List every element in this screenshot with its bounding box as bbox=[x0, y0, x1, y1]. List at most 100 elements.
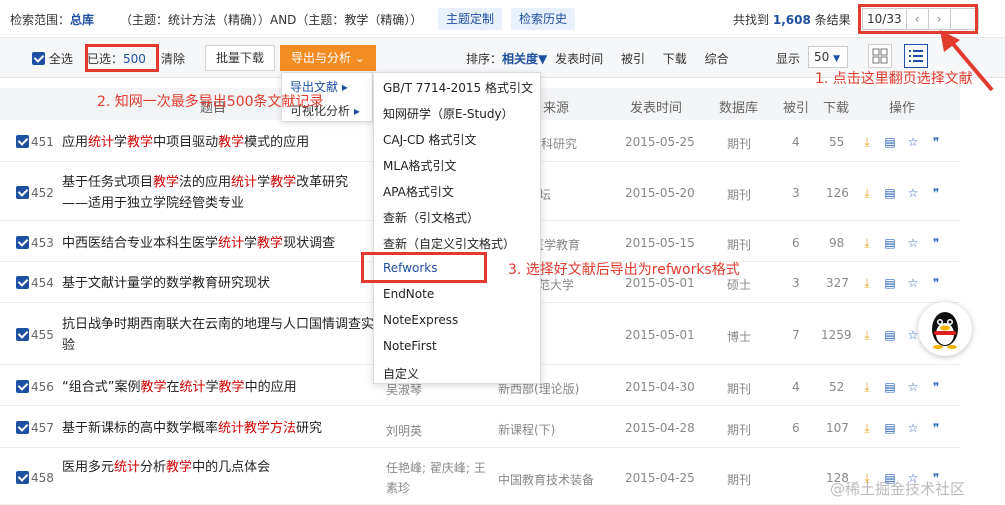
row-title-link[interactable]: 基于任务式项目教学法的应用统计学教学改革研究——适用于独立学院经管类专业 bbox=[62, 172, 374, 214]
format-apa[interactable]: APA格式引文 bbox=[383, 183, 454, 200]
format-custom[interactable]: 自定义 bbox=[383, 365, 419, 382]
format-cajcd[interactable]: CAJ-CD 格式引文 bbox=[383, 131, 476, 148]
page-size-select[interactable]: 50 ▼ bbox=[808, 46, 848, 68]
row-source[interactable]: 中国教育技术装备 bbox=[498, 471, 594, 488]
html-read-icon[interactable]: ▤ bbox=[882, 235, 898, 251]
row-checkbox[interactable] bbox=[16, 471, 29, 484]
row-author[interactable]: 任艳峰; 翟庆峰; 王素珍 bbox=[386, 458, 486, 498]
row-title-link[interactable]: 抗日战争时期西南联大在云南的地理与人口国情调查实验 bbox=[62, 314, 374, 356]
title-text: 学 bbox=[114, 134, 128, 150]
download-icon[interactable]: ⤓ bbox=[859, 134, 875, 150]
html-read-icon[interactable]: ▤ bbox=[882, 134, 898, 150]
html-read-icon[interactable]: ▤ bbox=[882, 275, 898, 291]
table-row: 457 基于新课标的高中数学概率统计教学方法研究 刘明英 新课程(下) 2015-04-… bbox=[0, 408, 960, 448]
select-all-checkbox[interactable] bbox=[32, 52, 45, 65]
sort-bar: 排序：相关度▼ 发表时间 被引 下载 综合 bbox=[466, 52, 729, 66]
title-text: 应用 bbox=[62, 134, 89, 150]
row-checkbox[interactable] bbox=[16, 421, 29, 434]
row-title-link[interactable]: 基于文献计量学的数学教育研究现状 bbox=[62, 273, 374, 294]
page-size-label: 显示 bbox=[776, 52, 801, 66]
favorite-star-icon[interactable]: ☆ bbox=[905, 420, 921, 436]
html-read-icon[interactable]: ▤ bbox=[882, 327, 898, 343]
row-title-link[interactable]: 基于新课标的高中数学概率统计教学方法研究 bbox=[62, 418, 374, 439]
quote-icon[interactable]: ❞ bbox=[928, 379, 944, 395]
quote-icon[interactable]: ❞ bbox=[928, 275, 944, 291]
row-author[interactable]: 刘明英 bbox=[386, 421, 486, 441]
row-source[interactable]: 新课程(下) bbox=[498, 421, 555, 438]
download-icon[interactable]: ⤓ bbox=[859, 275, 875, 291]
qq-chat-icon[interactable] bbox=[918, 302, 972, 356]
format-notefirst[interactable]: NoteFirst bbox=[383, 339, 437, 353]
sort-cited[interactable]: 被引 bbox=[621, 52, 645, 66]
col-db: 数据库 bbox=[719, 101, 759, 116]
keyword-highlight: 教学 bbox=[257, 235, 284, 251]
format-endnote[interactable]: EndNote bbox=[383, 287, 434, 301]
html-read-icon[interactable]: ▤ bbox=[882, 420, 898, 436]
row-cited: 7 bbox=[792, 328, 800, 342]
export-analysis-button[interactable]: 导出与分析 ⌄ bbox=[280, 45, 376, 71]
format-estudy[interactable]: 知网研学（原E-Study） bbox=[383, 105, 514, 122]
search-summary-bar: 检索范围：总库 （主题：统计方法（精确））AND（主题：教学（精确）） 主题定制… bbox=[0, 0, 1005, 38]
row-checkbox[interactable] bbox=[16, 186, 29, 199]
batch-download-button[interactable]: 批量下载 bbox=[205, 45, 276, 71]
sort-downloads[interactable]: 下载 bbox=[663, 52, 687, 66]
quote-icon[interactable]: ❞ bbox=[928, 134, 944, 150]
sort-relevance[interactable]: 相关度▼ bbox=[502, 52, 547, 66]
row-actions: ⤓ ▤ ☆ ❞ bbox=[859, 235, 944, 251]
col-cited[interactable]: 被引 bbox=[783, 97, 809, 116]
sort-date[interactable]: 发表时间 bbox=[555, 52, 603, 66]
col-date[interactable]: 发表时间 bbox=[630, 97, 682, 116]
row-db: 博士 bbox=[727, 330, 752, 344]
row-checkbox[interactable] bbox=[16, 236, 29, 249]
download-icon[interactable]: ⤓ bbox=[859, 185, 875, 201]
row-checkbox[interactable] bbox=[16, 276, 29, 289]
favorite-star-icon[interactable]: ☆ bbox=[905, 185, 921, 201]
result-count-number: 1,608 bbox=[772, 13, 811, 27]
list-view-icon[interactable] bbox=[904, 44, 928, 68]
quote-icon[interactable]: ❞ bbox=[928, 235, 944, 251]
format-novelty[interactable]: 查新（引文格式） bbox=[383, 209, 479, 226]
row-db: 期刊 bbox=[727, 423, 752, 437]
format-novelty-custom[interactable]: 查新（自定义引文格式） bbox=[383, 235, 515, 252]
col-downloads[interactable]: 下载 bbox=[823, 97, 849, 116]
sort-composite[interactable]: 综合 bbox=[705, 52, 729, 66]
keyword-highlight: 统计 bbox=[231, 175, 258, 190]
format-gbt7714[interactable]: GB/T 7714-2015 格式引文 bbox=[383, 79, 533, 96]
format-noteexpress[interactable]: NoteExpress bbox=[383, 313, 458, 327]
title-text: 中西医结合专业本科生医学 bbox=[62, 235, 219, 251]
download-icon[interactable]: ⤓ bbox=[859, 235, 875, 251]
scope-value[interactable]: 总库 bbox=[70, 13, 94, 27]
row-checkbox[interactable] bbox=[16, 380, 29, 393]
download-icon[interactable]: ⤓ bbox=[859, 379, 875, 395]
html-read-icon[interactable]: ▤ bbox=[882, 185, 898, 201]
select-all[interactable]: 全选 bbox=[32, 50, 73, 67]
row-title-link[interactable]: 中西医结合专业本科生医学统计学教学现状调查 bbox=[62, 233, 374, 254]
row-source[interactable]: 科研究 bbox=[541, 135, 577, 152]
row-title-link[interactable]: “组合式”案例教学在统计学教学中的应用 bbox=[62, 377, 374, 398]
download-icon[interactable]: ⤓ bbox=[859, 327, 875, 343]
custom-topic-button[interactable]: 主题定制 bbox=[438, 8, 503, 30]
download-icon[interactable]: ⤓ bbox=[859, 420, 875, 436]
row-title-link[interactable]: 医用多元统计分析教学中的几点体会 bbox=[62, 457, 374, 478]
row-cited: 3 bbox=[792, 186, 800, 200]
clear-selection-link[interactable]: 清除 bbox=[161, 50, 185, 67]
html-read-icon[interactable]: ▤ bbox=[882, 379, 898, 395]
quote-icon[interactable]: ❞ bbox=[928, 420, 944, 436]
keyword-highlight: 统计 bbox=[114, 460, 141, 475]
search-history-button[interactable]: 检索历史 bbox=[511, 8, 576, 30]
row-actions: ⤓ ▤ ☆ ❞ bbox=[859, 185, 944, 201]
favorite-star-icon[interactable]: ☆ bbox=[905, 134, 921, 150]
format-mla[interactable]: MLA格式引文 bbox=[383, 157, 457, 174]
row-checkbox[interactable] bbox=[16, 135, 29, 148]
favorite-star-icon[interactable]: ☆ bbox=[905, 379, 921, 395]
title-text: 研究 bbox=[296, 420, 323, 436]
grid-view-icon[interactable] bbox=[868, 44, 892, 68]
favorite-star-icon[interactable]: ☆ bbox=[905, 275, 921, 291]
row-downloads: 52 bbox=[829, 380, 845, 394]
quote-icon[interactable]: ❞ bbox=[928, 185, 944, 201]
row-date: 2015-05-25 bbox=[625, 135, 695, 149]
favorite-star-icon[interactable]: ☆ bbox=[905, 235, 921, 251]
row-title-link[interactable]: 应用统计学教学中项目驱动教学模式的应用 bbox=[62, 132, 374, 153]
row-downloads: 327 bbox=[826, 276, 849, 290]
row-checkbox[interactable] bbox=[16, 328, 29, 341]
